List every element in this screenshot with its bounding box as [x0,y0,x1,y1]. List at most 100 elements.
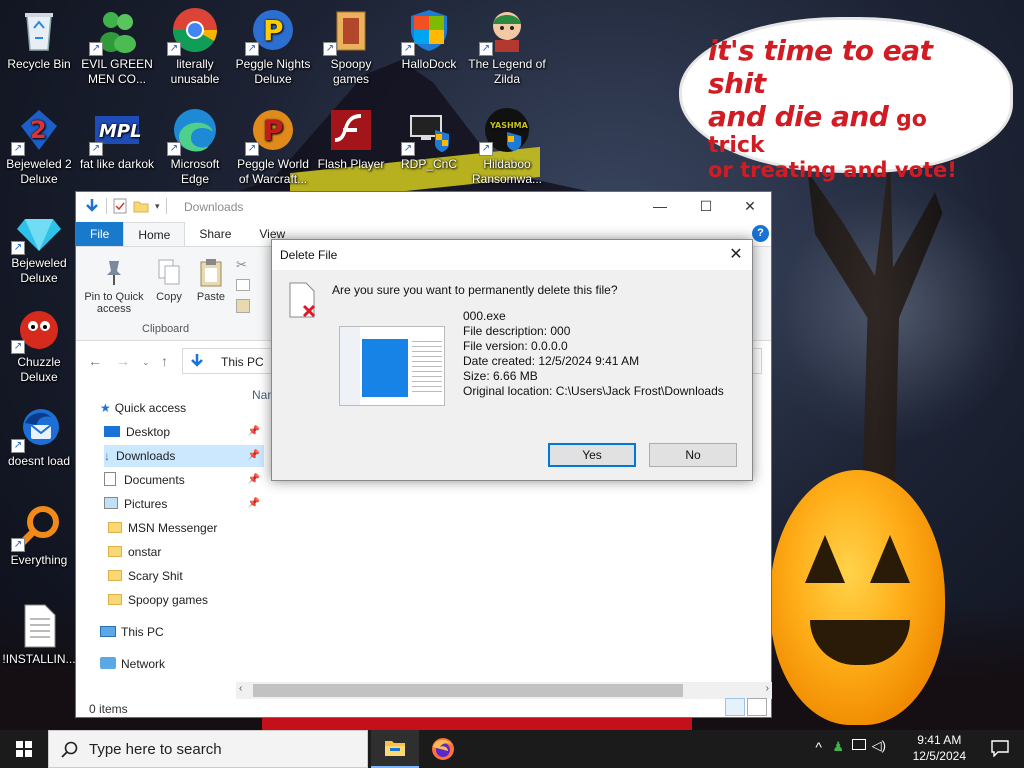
large-icons-view-icon[interactable] [747,698,767,716]
new-folder-icon[interactable] [133,199,149,213]
desktop-icon-peggle-world[interactable]: P ↗ Peggle World of Warcraft... [234,100,312,187]
star-icon: ★ [100,401,111,415]
download-arrow-icon: ↓ [104,449,110,463]
file-size: Size: 6.66 MB [463,369,538,383]
desktop-icon-label: Flash Player [317,157,385,171]
copy-path-icon[interactable] [236,279,250,291]
taskbar-search-box[interactable]: Type here to search [48,730,368,768]
desktop-icon-rdp-cnc[interactable]: ↗ RDP_CnC [390,100,468,172]
dialog-close-button[interactable]: ✕ [720,240,752,270]
up-button[interactable]: ↑ [161,353,168,369]
scroll-left-icon[interactable]: ‹ [239,683,242,694]
desktop-icon-label: Spoopy games [330,57,372,86]
people-icon[interactable]: ♟ [832,739,844,755]
maximize-button[interactable]: ☐ [683,192,729,222]
tab-home[interactable]: Home [123,222,186,246]
cut-icon[interactable]: ✂ [236,257,247,273]
nav-this-pc[interactable]: This PC [100,621,260,643]
taskbar-file-explorer[interactable] [371,730,419,768]
start-button[interactable] [0,730,48,768]
network-tray-icon[interactable] [852,739,866,750]
customize-qa-icon[interactable]: ▾ [155,201,160,212]
pictures-icon [104,497,118,509]
nav-network[interactable]: Network [100,653,260,675]
dialog-question: Are you sure you want to permanently del… [332,283,618,297]
windows-shield-icon: ↗ [401,6,453,56]
chevron-up-icon[interactable]: ^ [815,739,822,755]
copy-button[interactable]: Copy [152,257,186,303]
tab-file[interactable]: File [76,222,124,246]
nav-scary-shit[interactable]: Scary Shit [108,565,268,587]
help-icon[interactable]: ? [752,225,769,242]
text-file-icon [15,601,63,649]
forward-button[interactable]: → [116,353,130,369]
search-placeholder: Type here to search [89,741,222,758]
shortcut-arrow-icon: ↗ [401,142,415,156]
nav-pictures[interactable]: Pictures 📌 [104,493,264,515]
nav-quick-access[interactable]: ★ Quick access [100,397,260,419]
bejeweled-2-icon: 2 ↗ [11,106,63,156]
nav-documents[interactable]: Documents 📌 [104,469,264,491]
paste-shortcut-icon[interactable] [236,299,250,313]
desktop-icon-hildaboo[interactable]: YASHMA ↗ Hildaboo Ransomwa... [468,100,546,187]
back-button[interactable]: ← [88,353,102,369]
recycle-bin-icon [15,6,63,54]
volume-icon[interactable]: ◁) [872,738,886,754]
desktop-icon-microsoft-edge[interactable]: ↗ Microsoft Edge [156,100,234,187]
scroll-right-icon[interactable]: › [766,683,769,694]
address-text: This PC [221,355,264,369]
computer-icon [100,626,116,637]
shortcut-arrow-icon: ↗ [89,42,103,56]
desktop-icon-recycle-bin[interactable]: Recycle Bin [0,0,78,72]
horizontal-scrollbar[interactable]: ‹ › [236,682,772,699]
desktop-icon-spoopy-games[interactable]: ↗ Spoopy games [312,0,390,87]
nav-spoopy-games[interactable]: Spoopy games [108,589,268,611]
minimize-button[interactable]: — [637,192,683,222]
desktop-icon-bejeweled-deluxe[interactable]: ↗ Bejeweled Deluxe [0,199,78,286]
nav-desktop[interactable]: Desktop 📌 [104,421,264,443]
svg-text:P: P [263,14,284,47]
desktop-icon-flash-player[interactable]: Flash Player [312,100,390,172]
properties-icon[interactable] [113,198,127,214]
taskbar-clock[interactable]: 9:41 AM 12/5/2024 [913,732,966,764]
nav-downloads[interactable]: ↓ Downloads 📌 [104,445,264,467]
edge-icon: ↗ [167,106,219,156]
tab-share[interactable]: Share [185,222,245,246]
shortcut-arrow-icon: ↗ [11,340,25,354]
pin-label: Pin to Quick access [84,291,144,315]
desktop-icon-literally-unusable[interactable]: ↗ literally unusable [156,0,234,87]
yes-button[interactable]: Yes [548,443,636,467]
pumpkin-image [770,470,945,725]
desktop-icon-peggle-nights[interactable]: P ↗ Peggle Nights Deluxe [234,0,312,87]
no-button[interactable]: No [649,443,737,467]
mpl-logo-icon: MPL ↗ [89,106,142,156]
clipboard-group-label: Clipboard [142,323,190,335]
desktop-icon-label: Chuzzle Deluxe [17,355,61,384]
desktop-icon-label: Everything [10,553,68,567]
taskbar-firefox[interactable] [419,730,467,768]
desktop-icon-fat-like-darkok[interactable]: MPL ↗ fat like darkok [78,100,156,172]
windows-logo-icon [16,741,32,757]
shortcut-arrow-icon: ↗ [167,42,181,56]
paste-button[interactable]: Paste [194,257,228,303]
desktop-icon-hallodock[interactable]: ↗ HalloDock [390,0,468,72]
scrollbar-thumb[interactable] [253,684,683,697]
details-view-icon[interactable] [725,698,745,716]
close-button[interactable]: ✕ [727,192,773,222]
firefox-icon [432,738,454,760]
desktop-icon-everything[interactable]: ↗ Everything [0,496,78,568]
desktop-icon-doesnt-load[interactable]: ↗ doesnt load [0,397,78,469]
nav-onstar[interactable]: onstar [108,541,268,563]
recent-locations-button[interactable]: ⌄ [142,357,150,368]
nav-msn-messenger[interactable]: MSN Messenger [108,517,268,539]
desktop-icon-installing[interactable]: !INSTALLIN... [0,595,78,667]
shortcut-arrow-icon: ↗ [245,142,259,156]
notification-center-button[interactable] [976,730,1024,768]
pin-quick-access-button[interactable]: Pin to Quick access [82,257,146,315]
desktop-icon-bejeweled-2[interactable]: 2 ↗ Bejeweled 2 Deluxe [0,100,78,187]
desktop-icon-chuzzle[interactable]: ↗ Chuzzle Deluxe [0,298,78,385]
green-men-icon: ↗ [89,6,141,56]
magnifier-icon: ↗ [11,502,63,552]
desktop-icon-evil-green-men[interactable]: ↗ EVIL GREEN MEN CO... [78,0,156,87]
desktop-icon-legend-of-zilda[interactable]: ↗ The Legend of Zilda [468,0,546,87]
